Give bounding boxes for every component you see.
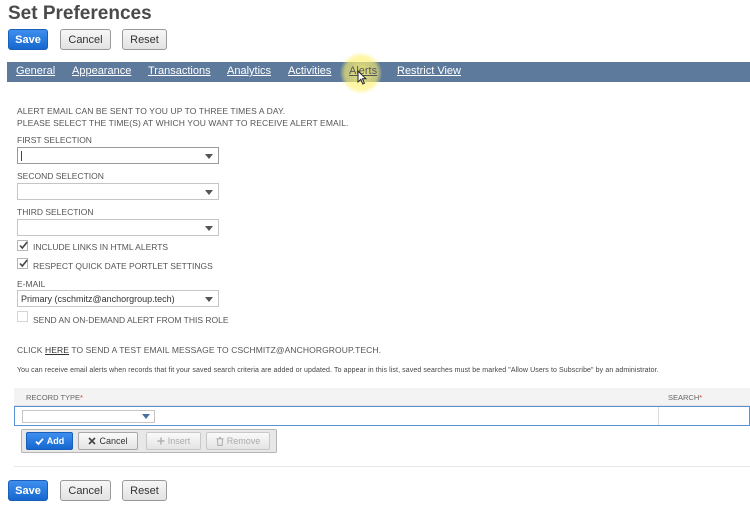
remove-button[interactable]: Remove <box>206 432 270 450</box>
third-selection-select[interactable] <box>17 219 219 236</box>
chevron-down-icon <box>205 297 213 302</box>
insert-button[interactable]: Insert <box>146 432 201 450</box>
footer-save-button[interactable]: Save <box>8 480 48 501</box>
chevron-down-icon <box>142 414 150 419</box>
include-links-label: INCLUDE LINKS IN HTML ALERTS <box>33 242 169 252</box>
row-cancel-button[interactable]: Cancel <box>78 432 138 450</box>
save-button[interactable]: Save <box>8 29 48 50</box>
first-selection-label: FIRST SELECTION <box>17 135 92 145</box>
cell-divider <box>658 407 659 425</box>
chevron-down-icon <box>205 226 213 231</box>
first-selection-select[interactable] <box>17 147 219 164</box>
close-icon <box>88 437 97 445</box>
footer-reset-button[interactable]: Reset <box>122 480 167 501</box>
respect-quick-date-checkbox[interactable] <box>17 258 28 269</box>
test-email-text: CLICK HERE TO SEND A TEST EMAIL MESSAGE … <box>17 345 382 355</box>
trash-icon <box>216 436 224 446</box>
checkmark-icon <box>35 437 44 445</box>
mouse-pointer-icon <box>357 70 367 85</box>
row-action-bar: Add Cancel Insert Remove <box>21 429 277 453</box>
alert-intro-line-1: ALERT EMAIL CAN BE SENT TO YOU UP TO THR… <box>17 106 286 116</box>
third-selection-label: THIRD SELECTION <box>17 207 94 217</box>
footer-cancel-button[interactable]: Cancel <box>60 480 111 501</box>
reset-button[interactable]: Reset <box>122 29 167 50</box>
table-header-row: RECORD TYPE* SEARCH* <box>14 388 750 406</box>
tab-activities[interactable]: Activities <box>288 65 331 77</box>
checkmark-icon <box>19 259 28 268</box>
saved-search-note: You can receive email alerts when record… <box>17 367 659 374</box>
include-links-checkbox[interactable] <box>17 240 28 251</box>
chevron-down-icon <box>205 190 213 195</box>
required-mark: * <box>699 393 703 402</box>
respect-quick-date-label: RESPECT QUICK DATE PORTLET SETTINGS <box>33 261 213 271</box>
test-email-link[interactable]: HERE <box>45 345 69 355</box>
chevron-down-icon <box>205 154 213 159</box>
required-mark: * <box>80 393 83 402</box>
page-title: Set Preferences <box>8 3 152 24</box>
second-selection-label: SECOND SELECTION <box>17 171 104 181</box>
on-demand-alert-label: SEND AN ON-DEMAND ALERT FROM THIS ROLE <box>33 315 229 325</box>
tab-transactions[interactable]: Transactions <box>148 65 211 77</box>
add-button[interactable]: Add <box>26 432 73 450</box>
checkmark-icon <box>19 241 28 250</box>
plus-icon <box>157 437 165 445</box>
tab-general[interactable]: General <box>16 65 55 77</box>
text-cursor <box>21 151 22 161</box>
email-value: Primary (cschmitz@anchorgroup.tech) <box>21 294 175 304</box>
cancel-button[interactable]: Cancel <box>60 29 111 50</box>
tab-restrict-view[interactable]: Restrict View <box>397 65 461 77</box>
email-select[interactable]: Primary (cschmitz@anchorgroup.tech) <box>17 290 219 307</box>
tab-analytics[interactable]: Analytics <box>227 65 271 77</box>
column-header-search: SEARCH* <box>668 393 703 402</box>
column-header-record-type: RECORD TYPE* <box>26 393 83 402</box>
tab-appearance[interactable]: Appearance <box>72 65 131 77</box>
second-selection-select[interactable] <box>17 183 219 200</box>
on-demand-alert-checkbox[interactable] <box>17 311 28 322</box>
record-type-select[interactable] <box>22 410 155 423</box>
table-row[interactable] <box>14 406 750 426</box>
alert-subscriptions-table: RECORD TYPE* SEARCH* Add Cancel Insert R… <box>14 388 750 460</box>
email-label: E-MAIL <box>17 279 46 289</box>
table-bottom-divider <box>14 466 750 467</box>
alert-intro-line-2: PLEASE SELECT THE TIME(S) AT WHICH YOU W… <box>17 118 349 128</box>
